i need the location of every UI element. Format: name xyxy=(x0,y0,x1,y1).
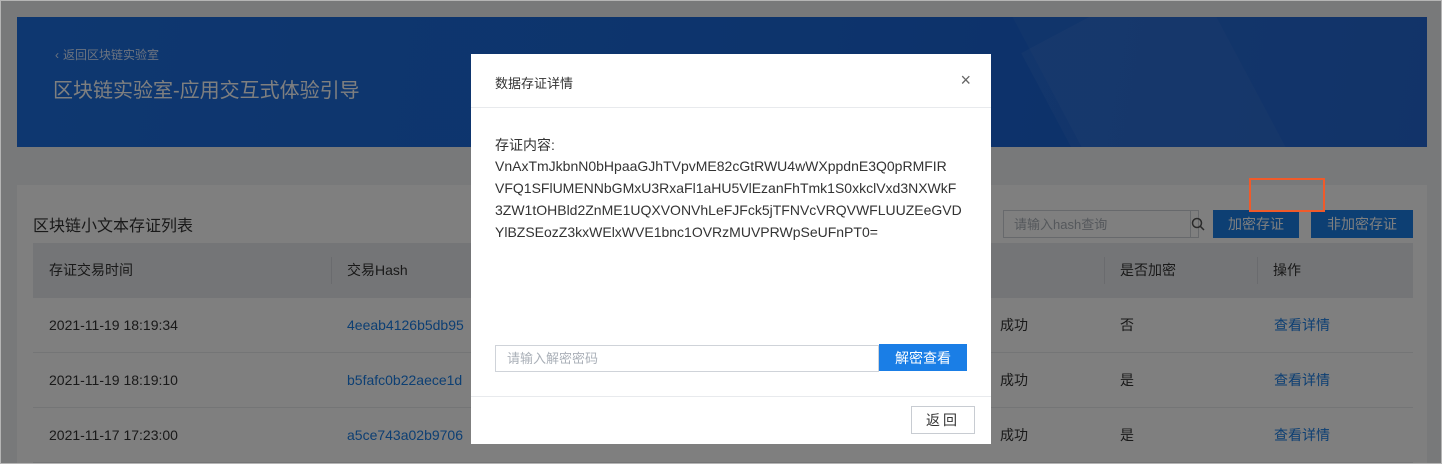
dialog-header: 数据存证详情 × xyxy=(471,54,991,108)
app-frame: ‹返回区块链实验室 区块链实验室-应用交互式体验引导 区块链小文本存证列表 加密… xyxy=(0,0,1442,464)
dialog-footer: 返回 xyxy=(471,396,991,444)
dialog-title: 数据存证详情 xyxy=(495,76,574,91)
content-line: YlBZSEozZ3kxWElxWVE1bnc1OVRzMUVPRWpSeUFn… xyxy=(495,224,878,240)
content-line: 3ZW1tOHBld2ZnME1UQXVONVhLeFJFck5jTFNVcVR… xyxy=(495,202,962,218)
highlight-box xyxy=(1249,178,1325,212)
evidence-content: VnAxTmJkbnN0bHpaaGJhTVpvME82cGtRWU4wWXpp… xyxy=(495,155,973,243)
content-line: VnAxTmJkbnN0bHpaaGJhTVpvME82cGtRWU4wWXpp… xyxy=(495,158,947,174)
decrypt-view-button[interactable]: 解密查看 xyxy=(879,344,967,371)
decrypt-password-input[interactable] xyxy=(495,345,879,372)
close-icon[interactable]: × xyxy=(960,69,971,91)
evidence-detail-dialog: 数据存证详情 × 存证内容: VnAxTmJkbnN0bHpaaGJhTVpvM… xyxy=(471,54,991,444)
content-line: VFQ1SFlUMENNbGMxU3RxaFl1aHU5VlEzanFhTmk1… xyxy=(495,180,957,196)
content-label: 存证内容: xyxy=(495,137,555,153)
return-button[interactable]: 返回 xyxy=(911,406,975,434)
